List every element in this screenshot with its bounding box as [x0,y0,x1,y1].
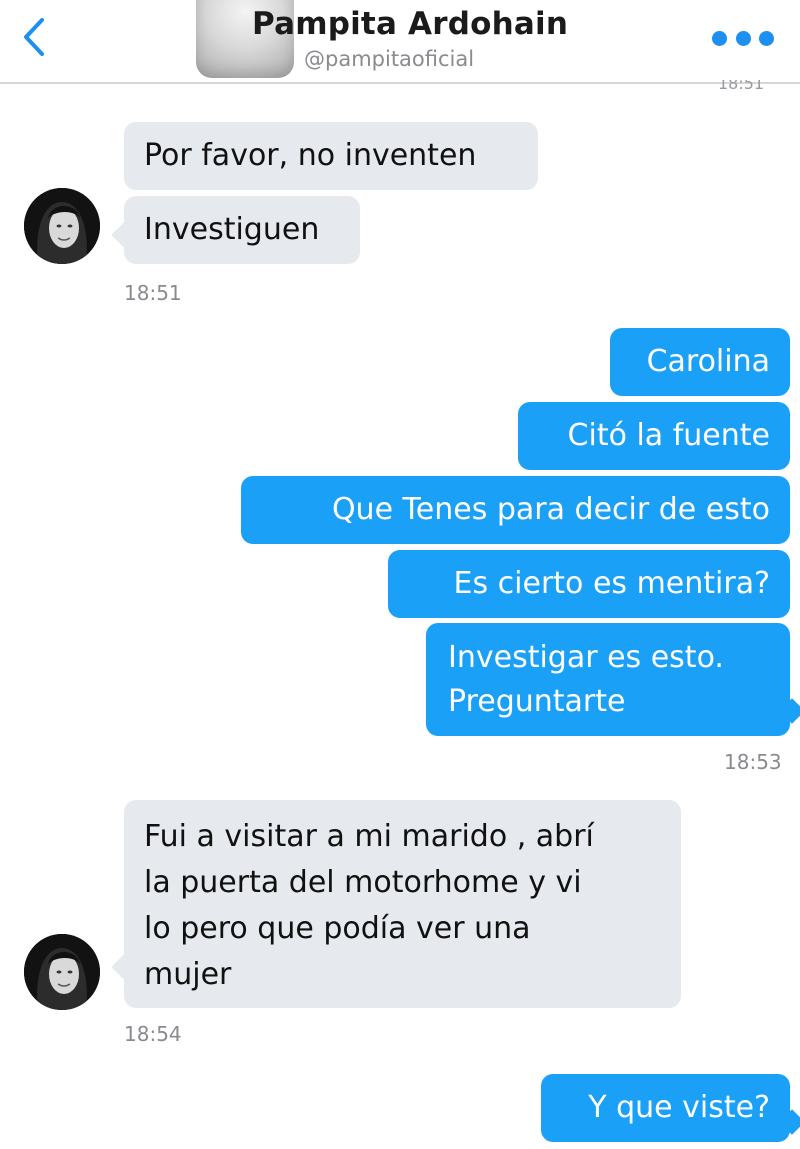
outgoing-message-bubble[interactable]: Carolina [610,328,790,396]
portrait-image [24,934,100,1010]
message-timestamp: 18:51 [124,281,182,305]
message-text: la puerta del motorhome y vi [144,865,582,900]
contact-handle: @pampitaoficial [304,47,475,71]
outgoing-message-bubble[interactable]: Investigar es esto. Preguntarte [426,623,790,736]
contact-name[interactable]: Pampita Ardohain [252,6,568,42]
outgoing-message-bubble[interactable]: Y que viste? [541,1074,790,1142]
message-text: Carolina [646,344,770,379]
ellipsis-icon [712,30,727,46]
cut-timestamp: 18:51 [718,80,765,92]
incoming-message-bubble[interactable]: Fui a visitar a mi marido , abrí la puer… [124,800,681,1008]
incoming-message-bubble[interactable]: Por favor, no inventen [124,122,538,190]
message-text: lo pero que podía ver una [144,911,531,946]
message-text: mujer [144,957,232,992]
message-text: Investiguen [144,212,320,247]
message-text: Es cierto es mentira? [453,566,770,601]
sender-avatar[interactable] [24,188,100,264]
portrait-image [24,188,100,264]
sender-avatar[interactable] [24,934,100,1010]
chevron-left-icon [24,18,44,56]
outgoing-message-bubble[interactable]: Citó la fuente [518,402,790,470]
conversation-screen: Pampita Ardohain @pampitaoficial 18:51 P… [0,0,800,1149]
message-timestamp: 18:53 [724,750,782,774]
message-text: Y que viste? [588,1090,770,1125]
more-options-button[interactable] [712,24,774,52]
message-text: Citó la fuente [567,418,770,453]
message-text: Que Tenes para decir de esto [331,492,770,527]
message-timestamp: 18:54 [124,1022,182,1046]
message-text: Preguntarte [448,684,626,719]
outgoing-message-bubble[interactable]: Que Tenes para decir de esto [241,476,790,544]
message-text: Investigar es esto. [448,640,724,675]
outgoing-message-bubble[interactable]: Es cierto es mentira? [388,550,790,618]
message-text: Fui a visitar a mi marido , abrí [144,819,594,854]
back-button[interactable] [14,14,54,60]
message-text: Por favor, no inventen [144,138,477,173]
conversation-header: Pampita Ardohain @pampitaoficial [0,0,800,84]
incoming-message-bubble[interactable]: Investiguen [124,196,360,264]
